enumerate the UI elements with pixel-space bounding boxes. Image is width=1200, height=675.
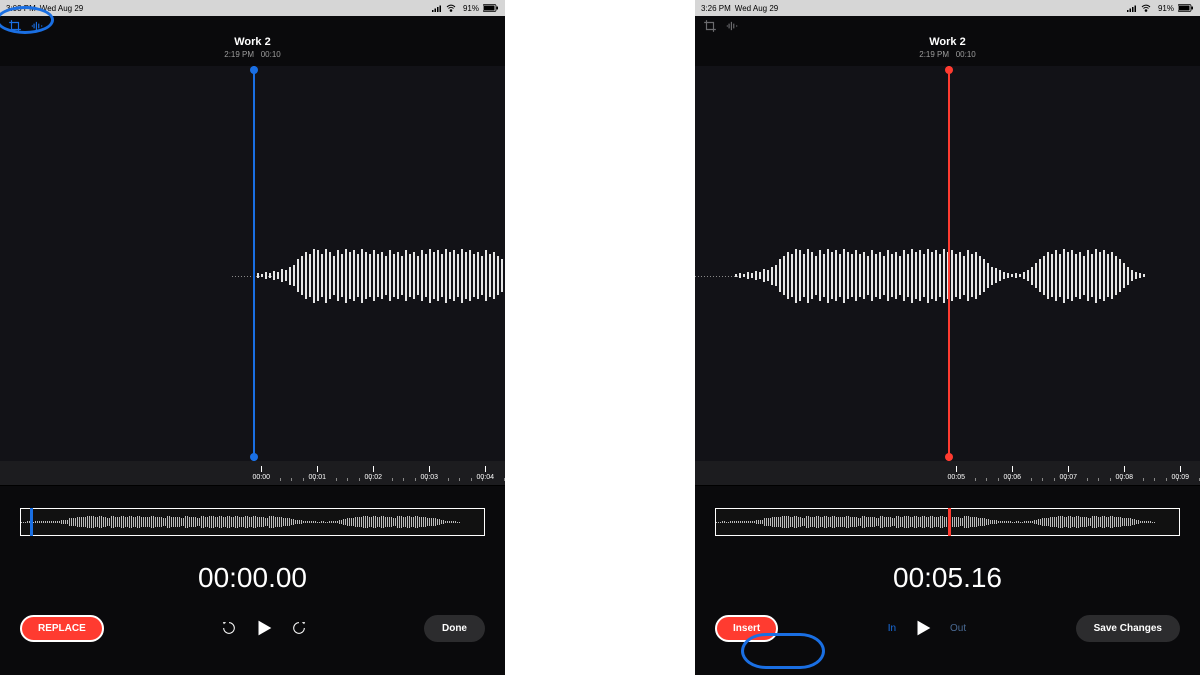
- skip-forward-icon[interactable]: [291, 620, 307, 636]
- status-battery: 91%: [463, 4, 479, 13]
- mini-timeline[interactable]: [715, 508, 1180, 536]
- ruler-tick: 00:06: [1004, 474, 1022, 481]
- controls-row: Insert In Out Save Changes: [695, 594, 1200, 658]
- insert-button[interactable]: Insert: [715, 615, 778, 642]
- crop-icon[interactable]: [703, 19, 717, 33]
- status-time: 3:03 PM: [6, 4, 36, 13]
- replace-button[interactable]: REPLACE: [20, 615, 104, 642]
- time-ruler[interactable]: 00:00 00:01 00:02 00:03 00:04: [0, 461, 505, 485]
- waveform-area[interactable]: 00:05 00:06 00:07 00:08 00:09: [695, 66, 1200, 486]
- status-battery: 91%: [1158, 4, 1174, 13]
- status-bar: 3:03 PM Wed Aug 29 91%: [0, 0, 505, 16]
- waveform-bars: [735, 236, 1145, 316]
- playhead[interactable]: [253, 66, 255, 461]
- waveform-icon[interactable]: [725, 19, 739, 33]
- recording-subtitle: 2:19 PM 00:10: [0, 50, 505, 59]
- time-ruler[interactable]: 00:05 00:06 00:07 00:08 00:09: [695, 461, 1200, 485]
- mini-wave: [21, 514, 484, 530]
- ruler-tick: 00:04: [477, 474, 495, 481]
- status-bar: 3:26 PM Wed Aug 29 91%: [695, 0, 1200, 16]
- timecode: 00:00.00: [0, 562, 505, 594]
- status-time: 3:26 PM: [701, 4, 731, 13]
- play-icon[interactable]: [912, 617, 934, 639]
- ruler-tick: 00:08: [1116, 474, 1134, 481]
- crop-icon[interactable]: [8, 19, 22, 33]
- ruler-tick: 00:00: [253, 474, 271, 481]
- mark-in-button[interactable]: In: [888, 623, 896, 634]
- status-date: Wed Aug 29: [40, 4, 83, 13]
- ruler-tick: 00:05: [948, 474, 966, 481]
- mini-cursor[interactable]: [30, 508, 33, 536]
- status-date: Wed Aug 29: [735, 4, 778, 13]
- waveform-area[interactable]: 00:00 00:01 00:02 00:03 00:04: [0, 66, 505, 486]
- ruler-tick: 00:02: [365, 474, 383, 481]
- controls-row: REPLACE Done: [0, 594, 505, 658]
- ruler-tick: 00:01: [309, 474, 327, 481]
- waveform-dots: [695, 276, 740, 277]
- toolbar: [695, 16, 1200, 36]
- save-changes-button[interactable]: Save Changes: [1076, 615, 1180, 642]
- mini-timeline[interactable]: [20, 508, 485, 536]
- skip-back-icon[interactable]: [221, 620, 237, 636]
- toolbar: [0, 16, 505, 36]
- play-icon[interactable]: [253, 617, 275, 639]
- ruler-tick: 00:07: [1060, 474, 1078, 481]
- recording-title: Work 2: [0, 36, 505, 48]
- waveform-icon[interactable]: [30, 19, 44, 33]
- ruler-tick: 00:03: [421, 474, 439, 481]
- waveform-bars: [253, 236, 506, 316]
- recording-title: Work 2: [695, 36, 1200, 48]
- recording-subtitle: 2:19 PM 00:10: [695, 50, 1200, 59]
- mini-cursor[interactable]: [948, 508, 951, 536]
- playhead[interactable]: [948, 66, 950, 461]
- mark-out-button[interactable]: Out: [950, 623, 966, 634]
- ruler-tick: 00:09: [1172, 474, 1190, 481]
- done-button[interactable]: Done: [424, 615, 485, 642]
- timecode: 00:05.16: [695, 562, 1200, 594]
